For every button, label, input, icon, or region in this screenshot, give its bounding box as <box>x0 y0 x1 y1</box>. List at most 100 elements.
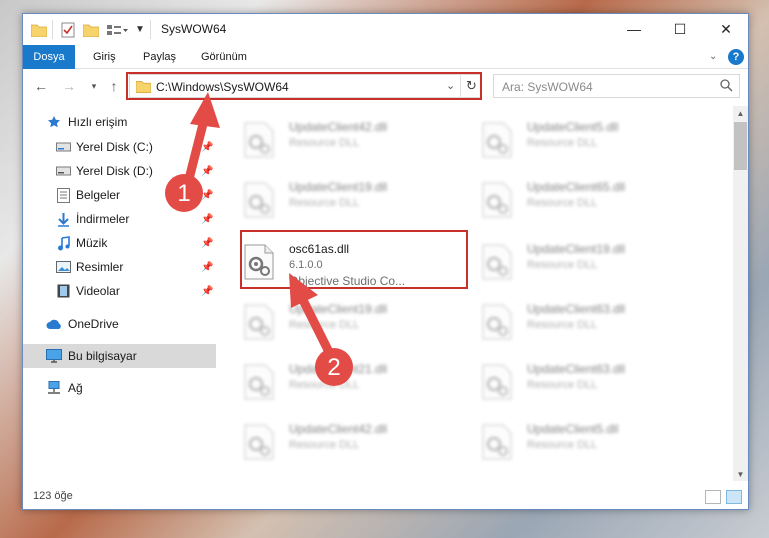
file-type: Resource DLL <box>527 319 598 331</box>
file-tile[interactable]: UpdateClient42.dll Resource DLL <box>223 414 453 468</box>
file-type: Resource DLL <box>289 137 360 149</box>
separator <box>150 20 151 39</box>
step-1-label: 1 <box>177 180 191 207</box>
sidebar-item-label: Resimler <box>76 260 124 274</box>
maximize-button[interactable]: ☐ <box>657 14 703 44</box>
pin-icon[interactable]: 📌 <box>201 238 213 249</box>
pin-icon[interactable]: 📌 <box>201 166 213 177</box>
file-type: Resource DLL <box>527 197 598 209</box>
file-tile[interactable]: UpdateClient5.dll Resource DLL <box>461 112 691 166</box>
sidebar-item-videos[interactable]: Videolar 📌 <box>23 279 216 303</box>
ribbon-tabs: Dosya Giriş Paylaş Görünüm ⌄ ? <box>23 45 748 69</box>
file-type: Resource DLL <box>527 439 598 451</box>
dll-file-icon <box>243 122 275 158</box>
pictures-icon <box>55 259 71 275</box>
sidebar-item-onedrive[interactable]: OneDrive <box>23 312 216 336</box>
dll-file-icon <box>481 304 513 340</box>
search-input[interactable]: Ara: SysWOW64 <box>502 80 593 94</box>
tab-gorunum[interactable]: Görünüm <box>189 45 259 69</box>
file-tile[interactable]: UpdateClient63.dll Resource DLL <box>461 294 691 348</box>
file-type: Resource DLL <box>289 319 360 331</box>
pin-icon[interactable]: 📌 <box>201 262 213 273</box>
tab-giris[interactable]: Giriş <box>81 45 128 69</box>
file-tile[interactable]: UpdateClient63.dll Resource DLL <box>461 354 691 408</box>
minimize-button[interactable]: — <box>611 14 657 44</box>
new-folder-icon[interactable] <box>83 21 99 38</box>
title-bar: ▼ SysWOW64 — ☐ ✕ <box>23 14 748 45</box>
dll-file-icon <box>243 364 275 400</box>
pin-icon[interactable]: 📌 <box>201 214 213 225</box>
step-2-label: 2 <box>327 354 341 381</box>
sidebar-item-network[interactable]: Ağ <box>23 376 216 400</box>
file-type: Resource DLL <box>527 379 598 391</box>
dll-file-icon <box>243 424 275 460</box>
dll-file-icon <box>481 424 513 460</box>
help-button[interactable]: ? <box>728 49 744 65</box>
scroll-down-arrow-icon[interactable]: ▼ <box>733 467 748 481</box>
tab-dosya[interactable]: Dosya <box>23 45 75 69</box>
sidebar-item-downloads[interactable]: İndirmeler 📌 <box>23 207 216 231</box>
sidebar-item-label: Ağ <box>68 381 83 395</box>
file-tile[interactable]: UpdateClient19.dll Resource DLL <box>223 172 453 226</box>
sidebar-item-label: Bu bilgisayar <box>68 349 137 363</box>
file-tile[interactable]: UpdateClient42.dll Resource DLL <box>223 112 453 166</box>
sidebar-item-disk-c[interactable]: Yerel Disk (C:) 📌 <box>23 135 216 159</box>
documents-icon <box>55 187 71 203</box>
file-name: UpdateClient19.dll <box>289 302 388 316</box>
drive-icon <box>55 139 71 155</box>
file-tile[interactable]: UpdateClient65.dll Resource DLL <box>461 172 691 226</box>
file-tile[interactable]: UpdateClient19.dll Resource DLL <box>461 234 691 288</box>
file-type: Resource DLL <box>527 259 598 271</box>
scrollbar-thumb[interactable] <box>734 122 747 170</box>
dll-file-icon <box>481 122 513 158</box>
file-name: UpdateClient42.dll <box>289 422 388 436</box>
tab-paylas[interactable]: Paylaş <box>131 45 188 69</box>
file-tile[interactable]: UpdateClient19.dll Resource DLL <box>223 294 453 348</box>
file-name: UpdateClient19.dll <box>527 242 626 256</box>
file-list: UpdateClient42.dll Resource DLL UpdateCl… <box>223 106 733 481</box>
close-button[interactable]: ✕ <box>703 14 749 44</box>
star-icon <box>46 114 62 130</box>
network-icon <box>46 380 62 396</box>
sidebar-item-music[interactable]: Müzik 📌 <box>23 231 216 255</box>
expand-ribbon-chevron-icon[interactable]: ⌄ <box>709 51 717 62</box>
large-icons-view-icon[interactable] <box>726 490 742 504</box>
videos-icon <box>55 283 71 299</box>
properties-icon[interactable] <box>60 21 76 38</box>
window-title: SysWOW64 <box>161 22 227 36</box>
search-box[interactable]: Ara: SysWOW64 <box>493 74 740 98</box>
details-view-icon[interactable] <box>705 490 721 504</box>
sidebar-item-label: Belgeler <box>76 188 121 202</box>
up-arrow-icon[interactable]: ↑ <box>105 77 123 95</box>
forward-arrow-icon[interactable]: → <box>60 77 78 95</box>
sidebar-item-this-pc[interactable]: Bu bilgisayar <box>23 344 216 368</box>
file-tile[interactable]: UpdateClient5.dll Resource DLL <box>461 414 691 468</box>
recent-locations-chevron-icon[interactable]: ▾ <box>85 77 103 95</box>
view-menu-icon[interactable] <box>106 21 128 38</box>
file-name: UpdateClient65.dll <box>527 180 626 194</box>
dll-file-icon <box>481 364 513 400</box>
sidebar-item-quick-access[interactable]: Hızlı erişim <box>23 110 216 134</box>
address-bar-highlight <box>126 72 482 100</box>
pin-icon[interactable]: 📌 <box>201 286 213 297</box>
file-name: UpdateClient63.dll <box>527 362 626 376</box>
file-name: UpdateClient63.dll <box>527 302 626 316</box>
sidebar-item-label: Yerel Disk (C:) <box>76 140 153 154</box>
file-highlight <box>240 230 468 289</box>
dll-file-icon <box>243 304 275 340</box>
item-count: 123 öğe <box>33 490 73 502</box>
sidebar-item-label: OneDrive <box>68 317 119 331</box>
vertical-scrollbar[interactable]: ▲ ▼ <box>733 106 748 481</box>
sidebar-item-pictures[interactable]: Resimler 📌 <box>23 255 216 279</box>
search-icon <box>720 79 733 95</box>
scroll-up-arrow-icon[interactable]: ▲ <box>733 106 748 120</box>
sidebar-item-label: Hızlı erişim <box>68 115 128 129</box>
pin-icon[interactable]: 📌 <box>201 142 213 153</box>
sidebar-item-label: Müzik <box>76 236 108 250</box>
back-arrow-icon[interactable]: ← <box>32 77 50 95</box>
file-name: UpdateClient5.dll <box>527 120 619 134</box>
customize-toolbar-chevron-icon[interactable]: ▼ <box>133 21 147 38</box>
file-name: UpdateClient42.dll <box>289 120 388 134</box>
music-icon <box>55 235 71 251</box>
file-name: UpdateClient19.dll <box>289 180 388 194</box>
